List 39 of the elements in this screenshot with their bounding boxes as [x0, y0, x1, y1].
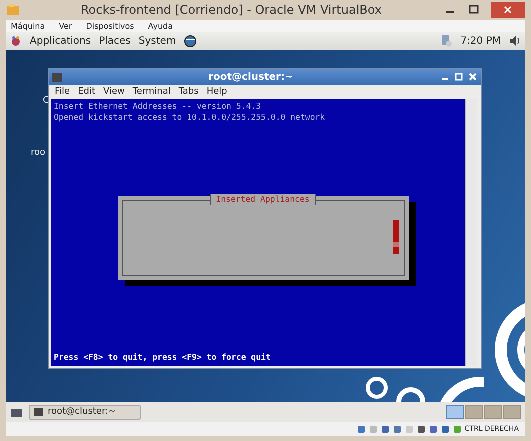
workspace-switcher-cell[interactable]: [446, 405, 464, 419]
globe-icon[interactable]: [184, 34, 198, 48]
window-title: Rocks-frontend [Corriendo] - Oracle VM VirtualBox: [80, 3, 383, 17]
workspace-switcher-cell[interactable]: [503, 405, 521, 419]
scrollbar[interactable]: [465, 99, 477, 366]
terminal-line: Insert Ethernet Addresses -- version 5.4.3: [54, 101, 262, 112]
close-button[interactable]: [491, 2, 525, 18]
panel-menu[interactable]: Places: [99, 36, 131, 46]
terminal-menu-item[interactable]: Tabs: [178, 87, 199, 97]
menu-item[interactable]: Dispositivos: [85, 22, 136, 30]
menu-item[interactable]: Máquina: [10, 22, 46, 30]
terminal-icon: [52, 72, 62, 82]
workspace-switcher-cell[interactable]: [465, 405, 483, 419]
foot-icon[interactable]: [10, 35, 22, 47]
maximize-icon[interactable]: [467, 5, 481, 15]
terminal-menu-item[interactable]: File: [55, 87, 70, 97]
close-icon[interactable]: [468, 72, 478, 82]
terminal-icon: [34, 408, 43, 416]
panel-menu[interactable]: System: [138, 36, 176, 46]
terminal-title: root@cluster:~: [208, 72, 294, 82]
terminal-menu-item[interactable]: Help: [206, 87, 228, 97]
menu-item[interactable]: Ayuda: [147, 22, 174, 30]
terminal-line: Opened kickstart access to 10.1.0.0/255.255.0.0 network: [54, 112, 326, 123]
desktop-icon-label[interactable]: roo: [31, 148, 46, 158]
scroll-indicator-drawing: [392, 220, 398, 254]
terminal-menu-item[interactable]: View: [104, 87, 125, 97]
clock[interactable]: 7:20 PM: [460, 36, 501, 46]
terminal-menu-item[interactable]: Edit: [78, 87, 96, 97]
menu-item[interactable]: Ver: [58, 22, 74, 30]
panel-menu[interactable]: Applications: [30, 36, 92, 46]
volume-icon[interactable]: [509, 35, 521, 47]
maximize-icon[interactable]: [454, 72, 464, 82]
taskbar-button[interactable]: root@cluster:~: [29, 404, 141, 420]
workspace-switcher-cell[interactable]: [484, 405, 502, 419]
terminal-menu-item[interactable]: Terminal: [132, 87, 171, 97]
dialog-title: Inserted Appliances: [210, 194, 316, 204]
close-icon[interactable]: [504, 6, 512, 14]
key-hint: Press <F8> to quit, press <F9> to force quit: [54, 352, 272, 363]
app-icon: [6, 4, 20, 16]
